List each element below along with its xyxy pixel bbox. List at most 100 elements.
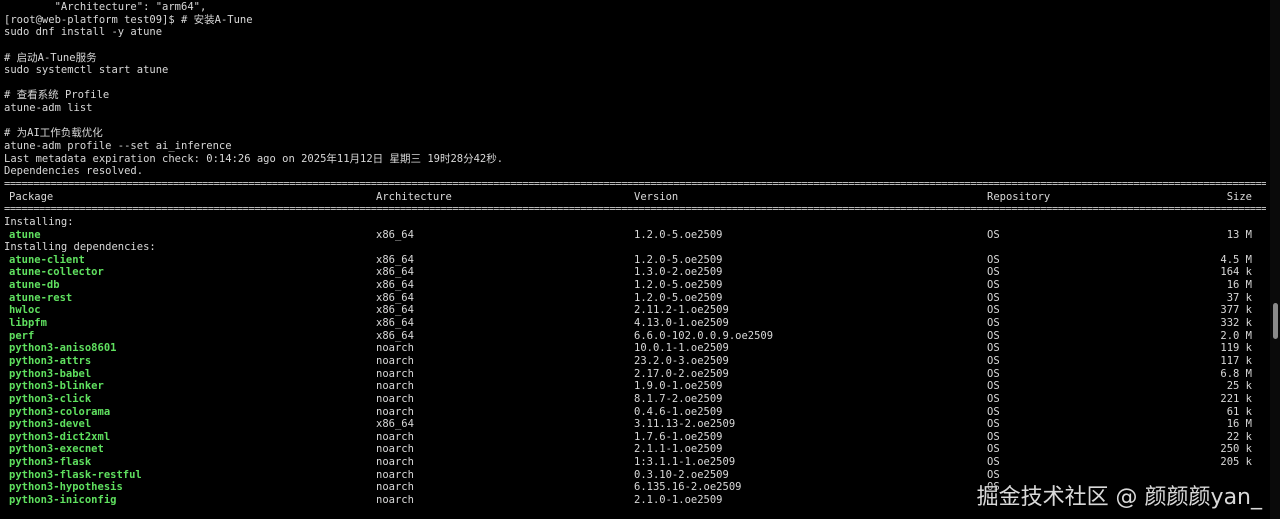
table-row: atune x86_64 1.2.0-5.oe2509 OS 13 M — [4, 229, 1266, 242]
package-size: 13 M — [1226, 228, 1252, 241]
package-version: 0.4.6-1.oe2509 — [634, 405, 723, 418]
package-arch: noarch — [376, 392, 414, 405]
package-version: 0.3.10-2.oe2509 — [634, 468, 729, 481]
package-repo: OS — [987, 430, 1000, 443]
package-version: 2.1.0-1.oe2509 — [634, 493, 723, 506]
package-version: 1.2.0-5.oe2509 — [634, 279, 723, 292]
package-arch: noarch — [376, 443, 414, 456]
header-size: Size — [1226, 190, 1252, 203]
table-row: python3-attrs noarch 23.2.0-3.oe2509 OS 117 … — [4, 355, 1266, 368]
package-repo: OS — [987, 279, 1000, 292]
package-version: 1.2.0-5.oe2509 — [634, 228, 723, 241]
header-package: Package — [9, 190, 54, 203]
package-arch: x86_64 — [376, 317, 414, 330]
watermark: 掘金技术社区 @ 颜颜颜yan_ — [976, 485, 1262, 511]
package-version: 1.2.0-5.oe2509 — [634, 253, 723, 266]
package-size: 221 k — [1220, 392, 1252, 405]
terminal-line: sudo dnf install -y atune — [4, 26, 163, 39]
package-size: 377 k — [1220, 304, 1252, 317]
scrollbar-thumb[interactable] — [1273, 303, 1278, 339]
table-row: atune-client x86_64 1.2.0-5.oe2509 OS 4.5 M — [4, 254, 1266, 267]
table-row: python3-flask-restful noarch 0.3.10-2.oe25… — [4, 469, 1266, 482]
package-size: 6.8 M — [1220, 367, 1252, 380]
terminal-line: Dependencies resolved. — [4, 165, 144, 178]
package-name: python3-devel — [9, 418, 92, 431]
package-arch: x86_64 — [376, 418, 414, 431]
package-repo: OS — [987, 317, 1000, 330]
package-arch: noarch — [376, 367, 414, 380]
package-repo: OS — [987, 266, 1000, 279]
package-version: 4.13.0-1.oe2509 — [634, 317, 729, 330]
header-version: Version — [634, 190, 679, 203]
package-size: 117 k — [1220, 354, 1252, 367]
table-row: perf x86_64 6.6.0-102.0.0.9.oe2509 OS 2.0 M — [4, 330, 1266, 343]
package-name: python3-dict2xml — [9, 430, 111, 443]
terminal-line: atune-adm list — [4, 102, 93, 115]
package-repo: OS — [987, 468, 1000, 481]
table-row: python3-aniso8601 noarch 10.0.1-1.oe2509 OS… — [4, 342, 1266, 355]
package-arch: noarch — [376, 468, 414, 481]
section-label-dependencies: Installing dependencies: — [4, 241, 156, 254]
table-separator: ========================================… — [4, 177, 1266, 190]
table-separator: ========================================… — [4, 203, 1266, 216]
package-repo: OS — [987, 380, 1000, 393]
terminal-window[interactable]: "Architecture": "arm64", [root@web-platfo… — [0, 0, 1280, 519]
package-name: python3-aniso8601 — [9, 342, 117, 355]
table-row: python3-click noarch 8.1.7-2.oe2509 OS 221 k — [4, 393, 1266, 406]
table-row: python3-blinker noarch 1.9.0-1.oe2509 OS 25 … — [4, 380, 1266, 393]
package-size: 25 k — [1226, 380, 1252, 393]
scrollbar[interactable] — [1270, 0, 1280, 519]
package-repo: OS — [987, 228, 1000, 241]
package-name: atune-rest — [9, 291, 73, 304]
table-row: atune-collector x86_64 1.3.0-2.oe2509 OS 164… — [4, 266, 1266, 279]
terminal-line: atune-adm profile --set ai_inference — [4, 140, 232, 153]
package-version: 2.1.1-1.oe2509 — [634, 443, 723, 456]
terminal-line: # 启动A-Tune服务 — [4, 51, 97, 64]
package-version: 10.0.1-1.oe2509 — [634, 342, 729, 355]
package-version: 1:3.1.1-1.oe2509 — [634, 456, 736, 469]
package-arch: noarch — [376, 354, 414, 367]
package-size: 4.5 M — [1220, 253, 1252, 266]
terminal-line: Last metadata expiration check: 0:14:26 … — [4, 152, 504, 165]
package-arch: noarch — [376, 342, 414, 355]
package-name: libpfm — [9, 317, 47, 330]
table-row: python3-dict2xml noarch 1.7.6-1.oe2509 OS 22… — [4, 431, 1266, 444]
package-repo: OS — [987, 367, 1000, 380]
package-version: 1.9.0-1.oe2509 — [634, 380, 723, 393]
package-size: 119 k — [1220, 342, 1252, 355]
package-size: 205 k — [1220, 456, 1252, 469]
table-row: python3-colorama noarch 0.4.6-1.oe2509 OS 61… — [4, 406, 1266, 419]
package-name: python3-colorama — [9, 405, 111, 418]
package-version: 2.11.2-1.oe2509 — [634, 304, 729, 317]
package-repo: OS — [987, 392, 1000, 405]
package-repo: OS — [987, 456, 1000, 469]
package-arch: noarch — [376, 430, 414, 443]
package-arch: noarch — [376, 380, 414, 393]
package-arch: noarch — [376, 493, 414, 506]
package-version: 6.6.0-102.0.0.9.oe2509 — [634, 329, 774, 342]
terminal-line: sudo systemctl start atune — [4, 64, 169, 77]
table-row: atune-rest x86_64 1.2.0-5.oe2509 OS 37 k — [4, 292, 1266, 305]
package-size: 16 M — [1226, 279, 1252, 292]
package-name: python3-attrs — [9, 354, 92, 367]
package-version: 23.2.0-3.oe2509 — [634, 354, 729, 367]
table-header: Package Architecture Version Repository Size — [4, 191, 1266, 204]
package-version: 1.7.6-1.oe2509 — [634, 430, 723, 443]
package-arch: x86_64 — [376, 304, 414, 317]
package-size: 37 k — [1226, 291, 1252, 304]
terminal-line: "Architecture": "arm64", — [4, 1, 207, 13]
package-version: 1.3.0-2.oe2509 — [634, 266, 723, 279]
package-name: python3-execnet — [9, 443, 104, 456]
package-repo: OS — [987, 253, 1000, 266]
package-version: 8.1.7-2.oe2509 — [634, 392, 723, 405]
package-name: python3-babel — [9, 367, 92, 380]
package-size: 2.0 M — [1220, 329, 1252, 342]
package-size: 250 k — [1220, 443, 1252, 456]
package-arch: x86_64 — [376, 266, 414, 279]
table-row: python3-babel noarch 2.17.0-2.oe2509 OS 6.8 … — [4, 368, 1266, 381]
package-version: 6.135.16-2.oe2509 — [634, 481, 742, 494]
terminal-line: [root@web-platform test09]$ # 安装A-Tune — [4, 13, 253, 26]
terminal-line: # 查看系统 Profile — [4, 89, 110, 102]
